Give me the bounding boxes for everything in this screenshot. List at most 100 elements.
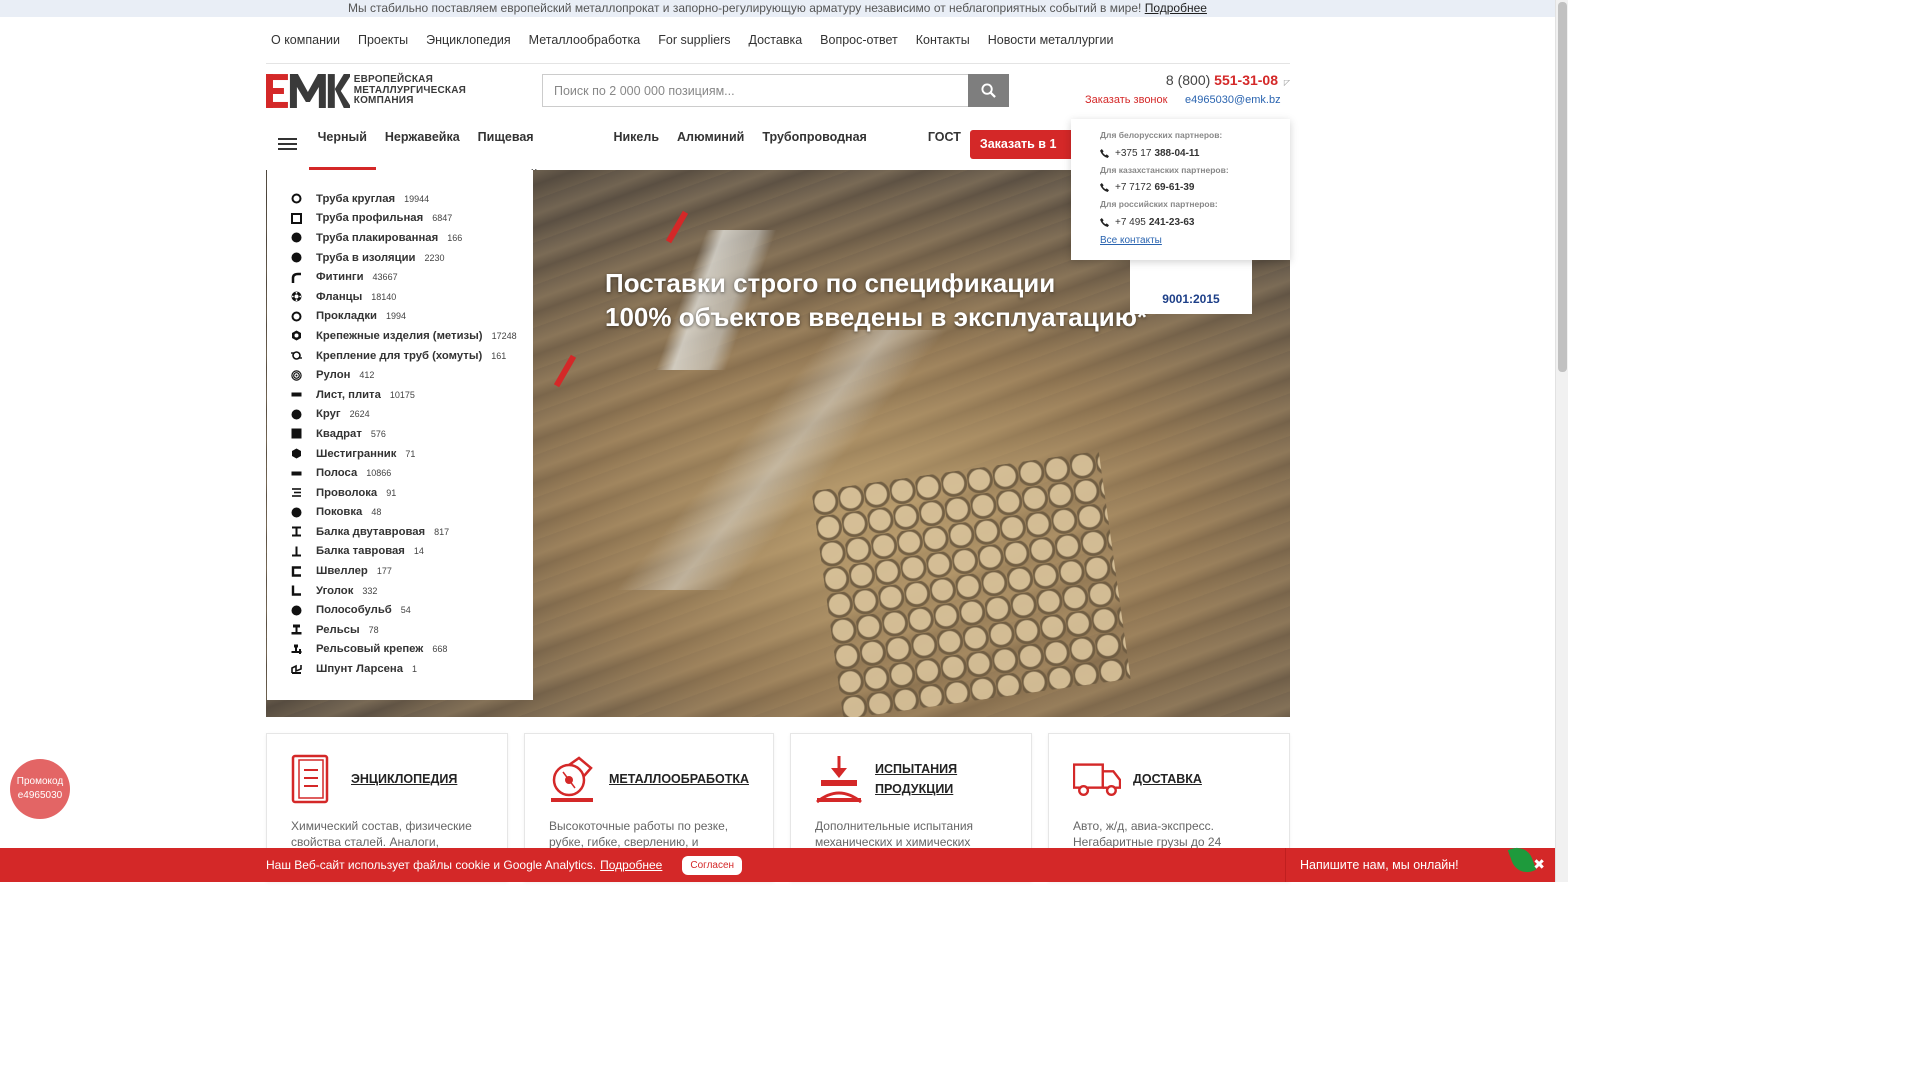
sheet-pile-icon xyxy=(291,664,302,675)
catalog-item[interactable]: Проволока 91 xyxy=(267,483,533,503)
catalog-item[interactable]: Шпунт Ларсена 1 xyxy=(267,659,533,679)
catalog-item[interactable]: Труба круглая 19944 xyxy=(267,189,533,209)
catalog-item-label: Балка тавровая xyxy=(316,545,405,558)
cookie-agree-button[interactable]: Согласен xyxy=(682,855,743,875)
site-logo[interactable]: ЕВРОПЕЙСКАЯ МЕТАЛЛУРГИЧЕСКАЯ КОМПАНИЯ xyxy=(266,73,466,109)
channel-icon xyxy=(291,565,302,577)
topnav-encyclopedia[interactable]: Энциклопедия xyxy=(417,33,520,47)
topnav-faq[interactable]: Вопрос-ответ xyxy=(811,33,907,47)
catalog-item-count: 19944 xyxy=(404,193,430,204)
chat-widget[interactable]: Напишите нам, мы онлайн! ✖ xyxy=(1285,843,1555,882)
russia-phone[interactable]: +7 495 241-23-63 xyxy=(1100,211,1290,234)
card-title[interactable]: ДОСТАВКА xyxy=(1133,769,1202,789)
catalog-item[interactable]: Прокладки 1994 xyxy=(267,307,533,327)
hero-headline: Поставки строго по спецификации 100% объ… xyxy=(605,266,1147,334)
saw-icon xyxy=(549,754,597,804)
main-navigation: Черный Нержавейка Пищевая нержавейка Ник… xyxy=(266,118,1086,182)
catalog-item[interactable]: Шестигранник 71 xyxy=(267,444,533,464)
kazakhstan-phone[interactable]: +7 7172 69-61-39 xyxy=(1100,177,1290,200)
wire-icon xyxy=(291,487,302,498)
callback-link[interactable]: Заказать звонок xyxy=(1085,94,1167,106)
email-link[interactable]: e4965030@emk.bz xyxy=(1185,94,1281,106)
catalog-item[interactable]: Рельсы 78 xyxy=(267,620,533,640)
logo-text: ЕВРОПЕЙСКАЯ МЕТАЛЛУРГИЧЕСКАЯ КОМПАНИЯ xyxy=(354,75,466,107)
belarus-phone[interactable]: +375 17 388-04-11 xyxy=(1100,142,1290,165)
catalog-item-count: 576 xyxy=(370,428,386,439)
catalog-item[interactable]: Рулон 412 xyxy=(267,365,533,385)
topnav-delivery[interactable]: Доставка xyxy=(739,33,811,47)
catalog-item[interactable]: Балка тавровая 14 xyxy=(267,542,533,562)
card-title[interactable]: ЭНЦИКЛОПЕДИЯ xyxy=(351,769,457,789)
mainnav-pipeline-fittings[interactable]: Трубопроводная арматура xyxy=(753,118,919,182)
russia-label: Для российских партнеров: xyxy=(1100,199,1218,209)
mainnav-gost[interactable]: ГОСТ xyxy=(919,118,970,170)
search-button[interactable] xyxy=(968,74,1009,107)
catalog-item-count: 166 xyxy=(447,232,463,243)
catalog-item-count: 332 xyxy=(362,585,378,596)
catalog-item-count: 14 xyxy=(413,546,424,557)
catalog-item-label: Рулон xyxy=(316,369,351,382)
topnav-metalworking[interactable]: Металлообработка xyxy=(520,33,650,47)
catalog-item[interactable]: Рельсовый крепеж 668 xyxy=(267,640,533,660)
catalog-item-label: Труба плакированная xyxy=(316,231,439,244)
catalog-menu: Труба круглая 19944 Труба профильная 6847 Тр… xyxy=(267,170,533,700)
card-title-line-1: ИСПЫТАНИЯ xyxy=(875,762,958,776)
scrollbar-thumb[interactable] xyxy=(1558,2,1567,372)
book-icon xyxy=(291,754,339,804)
catalog-item[interactable]: Полоса 10866 xyxy=(267,463,533,483)
catalog-item[interactable]: Круг 2624 xyxy=(267,405,533,425)
catalog-item[interactable]: Лист, плита 10175 xyxy=(267,385,533,405)
catalog-item-count: 412 xyxy=(359,370,375,381)
square-icon xyxy=(291,428,302,439)
menu-burger-icon[interactable] xyxy=(266,125,309,163)
announcement-more-link[interactable]: Подробнее xyxy=(1145,1,1207,15)
close-icon[interactable]: ✖ xyxy=(1533,856,1545,873)
topnav-suppliers[interactable]: For suppliers xyxy=(649,33,739,47)
topnav-projects[interactable]: Проекты xyxy=(349,33,417,47)
mainnav-stainless[interactable]: Нержавейка xyxy=(376,118,469,170)
promo-code-badge[interactable]: Промокод e4965030 xyxy=(10,759,70,819)
order-one-click-button[interactable]: Заказать в 1 клик xyxy=(969,129,1086,180)
all-contacts-link[interactable]: Все контакты xyxy=(1100,235,1290,246)
catalog-item[interactable]: Труба профильная 6847 xyxy=(267,209,533,229)
catalog-item[interactable]: Швеллер 177 xyxy=(267,561,533,581)
search-input[interactable] xyxy=(542,74,968,107)
catalog-item-count: 1994 xyxy=(385,311,406,322)
phone-number: 551-31-08 xyxy=(1214,72,1278,88)
topnav-contacts[interactable]: Контакты xyxy=(907,33,979,47)
belarus-phone-number: 388-04-11 xyxy=(1154,147,1200,159)
mainnav-black-metal[interactable]: Черный xyxy=(308,118,377,170)
catalog-item[interactable]: Труба в изоляции 2230 xyxy=(267,248,533,268)
catalog-item[interactable]: Балка двутавровая 817 xyxy=(267,522,533,542)
card-description: Высокоточные работы по резке, рубке, гиб… xyxy=(549,819,729,849)
cookie-more-link[interactable]: Подробнее xyxy=(600,858,662,872)
card-title[interactable]: МЕТАЛЛООБРАБОТКА xyxy=(609,769,749,789)
catalog-item-label: Труба в изоляции xyxy=(316,251,416,264)
topnav-about[interactable]: О компании xyxy=(266,33,349,47)
phone-prefix: 8 (800) xyxy=(1165,72,1211,88)
mainnav-food-stainless[interactable]: Пищевая нержавейка xyxy=(469,118,605,182)
catalog-item[interactable]: Фланцы 18140 xyxy=(267,287,533,307)
mainnav-nickel[interactable]: Никель xyxy=(604,118,668,170)
topnav-news[interactable]: Новости металлургии xyxy=(979,33,1123,47)
catalog-item[interactable]: Полособульб 54 xyxy=(267,600,533,620)
mainnav-aluminum[interactable]: Алюминий xyxy=(668,118,753,170)
hexagon-icon xyxy=(291,448,302,459)
rail-fastener-icon xyxy=(291,644,302,655)
catalog-item-count: 1 xyxy=(412,664,418,675)
disc-icon xyxy=(291,252,302,263)
catalog-item[interactable]: Квадрат 576 xyxy=(267,424,533,444)
catalog-item-label: Полособульб xyxy=(316,604,392,617)
catalog-item[interactable]: Фитинги 43667 xyxy=(267,267,533,287)
sheet-icon xyxy=(291,468,302,479)
catalog-item[interactable]: Труба плакированная 166 xyxy=(267,228,533,248)
card-title[interactable]: ИСПЫТАНИЯ ПРОДУКЦИИ xyxy=(875,759,957,799)
phone-dropdown-icon[interactable]: ◸ xyxy=(1284,78,1290,87)
catalog-item[interactable]: Крепление для труб (хомуты) 161 xyxy=(267,346,533,366)
page-scrollbar[interactable] xyxy=(1555,0,1568,882)
catalog-item[interactable]: Поковка 48 xyxy=(267,503,533,523)
header-phone[interactable]: 8 (800) 551-31-08 ◸ xyxy=(1130,72,1290,88)
catalog-item[interactable]: Уголок 332 xyxy=(267,581,533,601)
catalog-item-label: Прокладки xyxy=(316,310,377,323)
catalog-item[interactable]: Крепежные изделия (метизы) 17248 xyxy=(267,326,533,346)
